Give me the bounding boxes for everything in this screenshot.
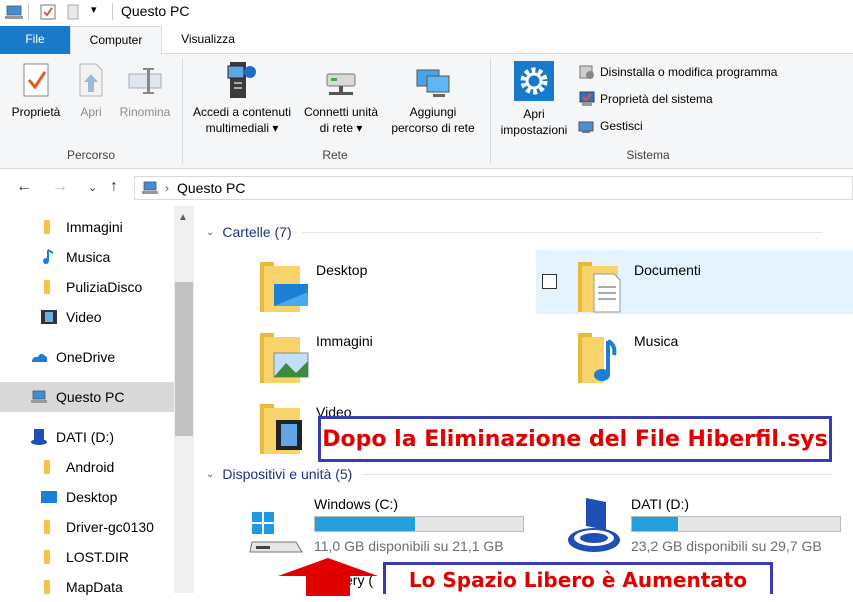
navigation-pane: Immagini Musica PuliziaDisco Video OneDr… bbox=[0, 206, 196, 595]
group-label-sistema: Sistema bbox=[626, 148, 670, 162]
pictures-folder-icon bbox=[260, 333, 309, 383]
nav-item-driver-gc0130[interactable]: Driver-gc0130 bbox=[0, 512, 174, 542]
folder-documenti[interactable]: Documenti bbox=[536, 250, 853, 314]
computer-icon[interactable] bbox=[4, 4, 24, 20]
nav-item-mapdata[interactable]: MapData bbox=[0, 572, 174, 602]
uninstall-program-button[interactable]: Disinstalla o modifica programma bbox=[578, 62, 777, 82]
tab-computer[interactable]: Computer bbox=[70, 26, 162, 55]
system-properties-button[interactable]: Proprietà del sistema bbox=[578, 89, 713, 109]
folder-musica[interactable]: Musica bbox=[574, 327, 853, 393]
tab-view[interactable]: Visualizza bbox=[166, 26, 250, 54]
cloud-icon bbox=[32, 353, 48, 362]
properties-icon bbox=[23, 63, 49, 97]
nav-pane-scrollbar[interactable]: ▲ bbox=[174, 206, 194, 593]
window-title: Questo PC bbox=[121, 3, 190, 19]
navigation-bar: ← → ⌄ ↑ › Questo PC bbox=[0, 170, 853, 206]
add-network-location-button[interactable]: Aggiungi percorso di rete bbox=[384, 68, 482, 136]
forward-arrow-icon[interactable]: → bbox=[52, 178, 68, 196]
music-note-icon bbox=[43, 249, 54, 264]
breadcrumb-chevron-icon[interactable]: › bbox=[165, 181, 169, 195]
folder-immagini[interactable]: Immagini bbox=[256, 327, 556, 393]
manage-button[interactable]: Gestisci bbox=[578, 116, 643, 136]
open-button[interactable]: Apri bbox=[72, 60, 110, 120]
nav-item-musica[interactable]: Musica bbox=[0, 242, 174, 272]
properties-button[interactable]: Proprietà bbox=[4, 60, 68, 120]
content-area: ⌄ Cartelle (7) Desktop Documenti Immagin… bbox=[196, 206, 853, 593]
chevron-down-icon[interactable]: ⌄ bbox=[206, 227, 214, 238]
folder-icon bbox=[44, 520, 50, 534]
title-bar: ▾ Questo PC bbox=[0, 0, 853, 24]
annotation-bottom: Lo Spazio Libero è Aumentato bbox=[383, 562, 773, 594]
recent-locations-chevron-icon[interactable]: ⌄ bbox=[88, 181, 97, 194]
manage-icon bbox=[578, 121, 594, 133]
customize-quick-access-icon[interactable]: ▾ bbox=[91, 3, 97, 16]
rename-button[interactable]: Rinomina bbox=[114, 60, 176, 120]
select-checkbox[interactable] bbox=[542, 274, 557, 289]
nav-item-immagini[interactable]: Immagini bbox=[0, 212, 174, 242]
documents-folder-icon bbox=[578, 262, 621, 313]
scroll-up-arrow-icon[interactable]: ▲ bbox=[178, 212, 188, 223]
network-location-icon bbox=[416, 69, 450, 97]
access-media-button[interactable]: Accedi a contenuti multimediali ▾ bbox=[186, 60, 298, 136]
windows-drive-icon bbox=[249, 512, 303, 553]
open-icon bbox=[79, 63, 103, 97]
system-properties-icon bbox=[579, 91, 595, 106]
address-bar[interactable]: › Questo PC bbox=[134, 176, 853, 200]
nav-item-video[interactable]: Video bbox=[0, 302, 174, 332]
drive-icon bbox=[31, 429, 47, 445]
uninstall-icon bbox=[579, 65, 594, 79]
nav-item-lost-dir[interactable]: LOST.DIR bbox=[0, 542, 174, 572]
folder-desktop[interactable]: Desktop bbox=[256, 256, 556, 322]
media-server-icon bbox=[227, 62, 256, 98]
properties-quick-icon[interactable] bbox=[40, 4, 56, 20]
network-drive-icon bbox=[326, 73, 356, 95]
folder-icon bbox=[44, 550, 50, 564]
desktop-icon bbox=[41, 491, 57, 503]
folder-icon bbox=[44, 460, 50, 474]
chevron-down-icon[interactable]: ⌄ bbox=[206, 469, 214, 480]
video-folder-icon bbox=[260, 404, 302, 454]
computer-icon bbox=[31, 390, 47, 403]
open-settings-button[interactable]: Apri impostazioni bbox=[494, 60, 574, 138]
this-pc-icon bbox=[142, 181, 158, 194]
scroll-thumb[interactable] bbox=[175, 282, 193, 436]
folder-icon bbox=[44, 580, 50, 594]
back-arrow-icon[interactable]: ← bbox=[16, 178, 32, 196]
music-folder-icon bbox=[578, 333, 617, 383]
folder-icon bbox=[44, 280, 50, 294]
group-label-rete: Rete bbox=[322, 148, 348, 162]
drive-usage-bar bbox=[314, 516, 524, 532]
red-arrow-icon bbox=[278, 558, 378, 596]
nav-item-android[interactable]: Android bbox=[0, 452, 174, 482]
annotation-top: Dopo la Eliminazione del File Hiberfil.s… bbox=[318, 416, 832, 462]
breadcrumb-path[interactable]: Questo PC bbox=[177, 180, 245, 196]
folder-icon bbox=[44, 220, 50, 234]
group-label-percorso: Percorso bbox=[66, 148, 116, 162]
ribbon-tabs: File Computer Visualizza bbox=[0, 26, 853, 55]
desktop-folder-icon bbox=[260, 262, 308, 312]
new-folder-quick-icon[interactable] bbox=[66, 4, 80, 20]
ribbon: Proprietà Apri Rinomina Percorso Accedi … bbox=[0, 54, 853, 169]
drive-dati-d[interactable]: DATI (D:) 23,2 GB disponibili su 29,7 GB bbox=[514, 496, 853, 566]
nav-item-dati-d[interactable]: DATI (D:) bbox=[0, 422, 174, 452]
tab-file[interactable]: File bbox=[0, 26, 70, 54]
nav-item-onedrive[interactable]: OneDrive bbox=[0, 342, 174, 372]
nav-item-puliziadisco[interactable]: PuliziaDisco bbox=[0, 272, 174, 302]
section-devices[interactable]: ⌄ Dispositivi e unità (5) bbox=[206, 464, 846, 484]
section-folders[interactable]: ⌄ Cartelle (7) bbox=[206, 222, 846, 242]
video-film-icon bbox=[41, 310, 57, 324]
nav-item-desktop[interactable]: Desktop bbox=[0, 482, 174, 512]
data-drive-icon bbox=[568, 498, 620, 552]
rename-icon bbox=[128, 68, 162, 94]
settings-gear-icon bbox=[514, 61, 554, 101]
nav-item-questo-pc[interactable]: Questo PC bbox=[0, 382, 174, 412]
map-network-drive-button[interactable]: Connetti unità di rete ▾ bbox=[298, 68, 384, 136]
drive-usage-bar bbox=[631, 516, 841, 532]
up-arrow-icon[interactable]: ↑ bbox=[110, 178, 118, 196]
